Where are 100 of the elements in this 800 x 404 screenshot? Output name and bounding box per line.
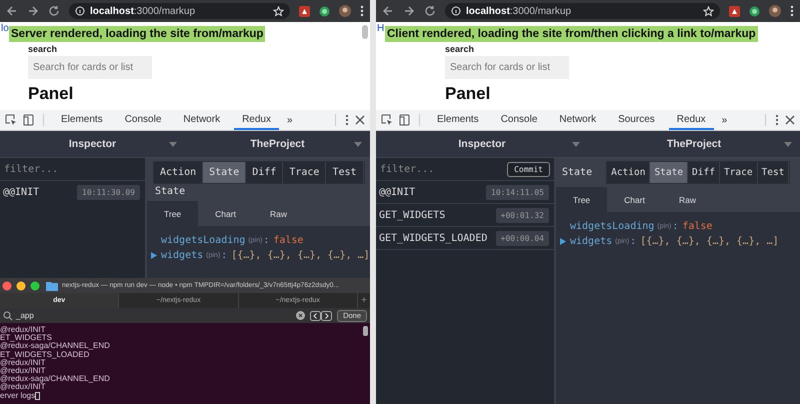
action-item[interactable]: @@INIT 10:14:11.05 bbox=[376, 181, 554, 204]
terminal-line: @redux-saga/CHANNEL_END bbox=[0, 375, 110, 384]
info-icon[interactable] bbox=[451, 6, 461, 16]
url-path: :3000/markup bbox=[134, 6, 196, 16]
inspector-tab[interactable]: Diff bbox=[688, 162, 720, 183]
window-controls-icon[interactable] bbox=[2, 280, 42, 290]
dropdown-caret-icon[interactable] bbox=[784, 142, 792, 147]
inspector-tab[interactable]: Action bbox=[154, 162, 204, 183]
inspect-element-icon[interactable] bbox=[381, 114, 393, 126]
devtools-tab[interactable]: Elements bbox=[53, 110, 111, 130]
scrollbar-thumb[interactable] bbox=[363, 326, 368, 336]
star-icon[interactable] bbox=[703, 6, 714, 16]
view-tab[interactable]: Tree bbox=[147, 201, 198, 226]
action-item[interactable]: GET_WIDGETS +00:01.32 bbox=[376, 204, 554, 227]
avatar-icon[interactable] bbox=[769, 5, 781, 17]
back-arrow-icon[interactable] bbox=[6, 5, 18, 17]
inspector-tab[interactable]: Trace bbox=[720, 162, 758, 183]
more-tabs-button[interactable]: » bbox=[720, 110, 730, 130]
address-bar[interactable]: localhost:3000/markup bbox=[445, 3, 720, 19]
menu-icon[interactable] bbox=[790, 5, 794, 17]
link[interactable]: H bbox=[377, 23, 384, 34]
find-field[interactable]: _app bbox=[3, 310, 306, 320]
view-tab[interactable]: Chart bbox=[607, 187, 662, 212]
reload-icon[interactable] bbox=[48, 5, 60, 17]
kebab-menu-icon[interactable] bbox=[345, 114, 349, 126]
view-tab[interactable]: Raw bbox=[662, 187, 713, 212]
action-item[interactable]: GET_WIDGETS_LOADED +00:00.04 bbox=[376, 227, 554, 250]
extension-icon[interactable] bbox=[749, 6, 760, 16]
devtools-tab[interactable]: Elements bbox=[429, 110, 487, 130]
action-time: 10:11:30.09 bbox=[77, 184, 140, 200]
tree-value: false bbox=[273, 235, 304, 246]
devtools-tab[interactable]: Sources bbox=[610, 110, 663, 130]
tree-key: widgets bbox=[570, 236, 612, 247]
inspector-tab[interactable]: Test bbox=[326, 162, 364, 183]
inspector-tab[interactable]: State bbox=[203, 162, 246, 183]
commit-button[interactable]: Commit bbox=[507, 162, 550, 176]
monitor-dropdown[interactable]: Inspector bbox=[0, 131, 185, 157]
menu-icon[interactable] bbox=[360, 5, 364, 17]
devtools-tab[interactable]: Network bbox=[551, 110, 604, 130]
info-icon[interactable] bbox=[75, 6, 85, 16]
extension-icon[interactable] bbox=[319, 6, 330, 16]
url-host: localhost bbox=[466, 6, 510, 16]
kebab-menu-icon[interactable] bbox=[775, 114, 779, 126]
next-match-icon[interactable] bbox=[321, 310, 332, 320]
dropdown-caret-icon[interactable] bbox=[354, 142, 362, 147]
new-tab-button[interactable]: + bbox=[358, 293, 370, 308]
store-dropdown[interactable]: TheProject bbox=[185, 131, 370, 157]
inspector-tab[interactable]: State bbox=[650, 162, 688, 183]
clear-icon[interactable] bbox=[296, 311, 306, 320]
extension-icon[interactable] bbox=[729, 6, 740, 16]
view-tab[interactable]: Raw bbox=[252, 201, 304, 226]
inspector-tab[interactable]: Action bbox=[607, 162, 650, 183]
search-icon[interactable] bbox=[3, 310, 13, 320]
avatar-icon[interactable] bbox=[339, 5, 351, 17]
back-arrow-icon[interactable] bbox=[382, 5, 394, 17]
terminal-line: ET_WIDGETS_LOADED bbox=[0, 350, 90, 359]
devtools-tab[interactable]: Console bbox=[492, 110, 546, 130]
inspector-tab[interactable]: Trace bbox=[283, 162, 326, 183]
view-tab[interactable]: Chart bbox=[198, 201, 253, 226]
store-dropdown[interactable]: TheProject bbox=[588, 131, 800, 157]
expand-arrow-icon[interactable] bbox=[560, 238, 566, 245]
action-item[interactable]: @@INIT 10:11:30.09 bbox=[0, 181, 145, 203]
state-title: State bbox=[154, 186, 186, 197]
inspect-element-icon[interactable] bbox=[5, 114, 17, 126]
devtools-tab[interactable]: Network bbox=[175, 110, 228, 130]
url-host: localhost bbox=[90, 6, 134, 16]
action-time: +00:00.04 bbox=[496, 230, 549, 246]
folder-icon[interactable] bbox=[46, 280, 58, 290]
link[interactable]: lo bbox=[1, 23, 9, 34]
close-icon[interactable] bbox=[355, 115, 365, 125]
inspector-tab[interactable]: Test bbox=[758, 162, 790, 183]
filter-field[interactable]: filter... bbox=[380, 164, 508, 174]
action-time: 10:14:11.05 bbox=[486, 184, 549, 200]
view-tab[interactable]: Tree bbox=[556, 187, 608, 212]
search-field[interactable]: Search for cards or list bbox=[28, 56, 152, 79]
extension-icon[interactable] bbox=[299, 6, 310, 16]
search-field[interactable]: Search for cards or list bbox=[445, 56, 569, 79]
forward-arrow-icon[interactable] bbox=[27, 5, 39, 17]
more-tabs-button[interactable]: » bbox=[284, 110, 295, 130]
action-time: +00:01.32 bbox=[496, 208, 549, 222]
address-bar[interactable]: localhost:3000/markup bbox=[69, 3, 290, 19]
expand-arrow-icon[interactable] bbox=[151, 252, 157, 259]
key-separator: : bbox=[263, 235, 270, 246]
reload-icon[interactable] bbox=[424, 5, 436, 17]
dropdown-caret-icon[interactable] bbox=[572, 142, 580, 147]
monitor-dropdown[interactable]: Inspector bbox=[376, 131, 588, 157]
scrollbar-thumb[interactable] bbox=[362, 25, 368, 39]
star-icon[interactable] bbox=[273, 6, 284, 16]
previous-match-icon[interactable] bbox=[310, 310, 322, 320]
filter-field[interactable]: filter... bbox=[4, 164, 141, 174]
device-toolbar-icon[interactable] bbox=[399, 114, 410, 126]
tree-key: widgets bbox=[161, 250, 204, 261]
forward-arrow-icon[interactable] bbox=[403, 5, 415, 17]
terminal-line: ET_WIDGETS bbox=[0, 334, 52, 342]
tree-value: [{…}, {…}, {…}, {…}, …] bbox=[231, 250, 370, 261]
close-icon[interactable] bbox=[785, 115, 795, 125]
devtools-tab[interactable]: Console bbox=[116, 110, 170, 130]
device-toolbar-icon[interactable] bbox=[23, 114, 34, 126]
inspector-tab[interactable]: Diff bbox=[246, 162, 284, 183]
dropdown-caret-icon[interactable] bbox=[169, 142, 177, 147]
